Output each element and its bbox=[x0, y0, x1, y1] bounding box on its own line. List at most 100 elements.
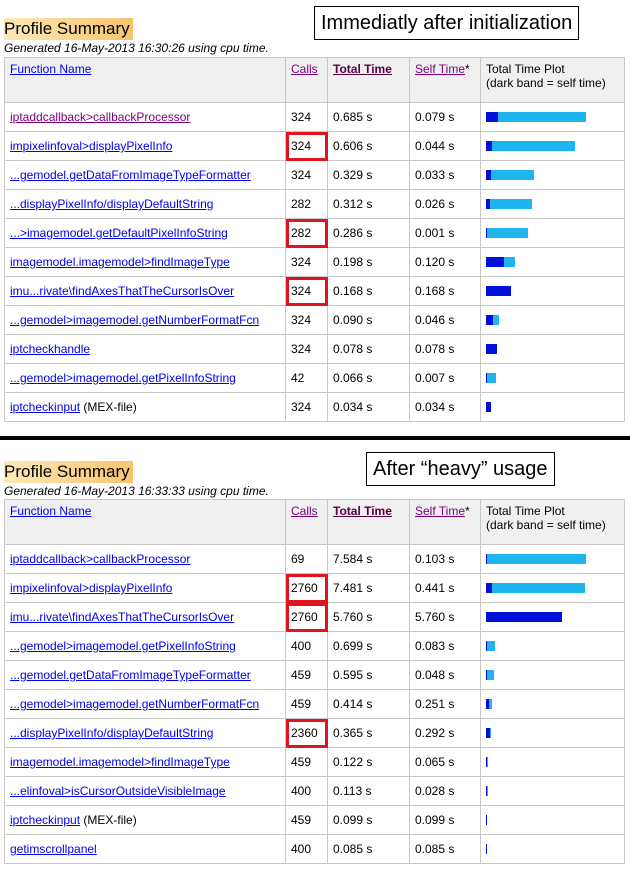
self-time-bar bbox=[486, 815, 487, 825]
calls-cell: 324 bbox=[285, 392, 328, 422]
self-time-cell: 0.083 s bbox=[409, 631, 481, 661]
header-total-time[interactable]: Total Time bbox=[327, 499, 410, 545]
self-time-cell: 0.085 s bbox=[409, 834, 481, 864]
self-time-bar bbox=[486, 554, 487, 564]
function-link[interactable]: ...elinfoval>isCursorOutsideVisibleImage bbox=[10, 784, 226, 798]
self-time-bar bbox=[486, 170, 491, 180]
self-time-bar bbox=[486, 641, 487, 651]
function-link[interactable]: ...gemodel.getDataFromImageTypeFormatter bbox=[10, 168, 251, 182]
function-link[interactable]: ...gemodel.getDataFromImageTypeFormatter bbox=[10, 668, 251, 682]
self-time-cell: 0.292 s bbox=[409, 718, 481, 748]
function-link[interactable]: impixelinfoval>displayPixelInfo bbox=[10, 139, 172, 153]
total-time-plot-cell bbox=[480, 218, 625, 248]
function-link[interactable]: iptaddcallback>callbackProcessor bbox=[10, 110, 190, 124]
calls-cell: 324 bbox=[285, 131, 328, 161]
function-name-cell: ...gemodel>imagemodel.getPixelInfoString bbox=[4, 631, 286, 661]
function-suffix: (MEX-file) bbox=[80, 400, 137, 414]
header-function-name[interactable]: Function Name bbox=[4, 499, 286, 545]
function-link[interactable]: getimscrollpanel bbox=[10, 842, 97, 856]
function-name-cell: ...>imagemodel.getDefaultPixelInfoString bbox=[4, 218, 286, 248]
callout-label: After “heavy” usage bbox=[366, 452, 555, 486]
table-row: ...displayPixelInfo/displayDefaultString… bbox=[4, 189, 625, 219]
total-time-bar bbox=[486, 199, 532, 209]
total-time-plot-cell bbox=[480, 247, 625, 277]
sort-self-time-link[interactable]: Self Time bbox=[415, 504, 465, 518]
total-time-cell: 0.113 s bbox=[327, 776, 410, 806]
profile-table: Function Name Calls Total Time Self Time… bbox=[4, 57, 625, 422]
table-row: iptcheckinput (MEX-file) 459 0.099 s 0.099 … bbox=[4, 805, 625, 835]
header-total-time-plot: Total Time Plot (dark band = self time) bbox=[480, 499, 625, 545]
function-link[interactable]: imagemodel.imagemodel>findImageType bbox=[10, 755, 230, 769]
function-name-cell: imagemodel.imagemodel>findImageType bbox=[4, 247, 286, 277]
function-link[interactable]: ...displayPixelInfo/displayDefaultString bbox=[10, 726, 213, 740]
function-link[interactable]: iptcheckinput bbox=[10, 400, 80, 414]
function-link[interactable]: ...gemodel>imagemodel.getNumberFormatFcn bbox=[10, 697, 259, 711]
total-time-bar bbox=[486, 141, 575, 151]
total-time-plot-cell bbox=[480, 276, 625, 306]
function-link[interactable]: impixelinfoval>displayPixelInfo bbox=[10, 581, 172, 595]
profile-table: Function Name Calls Total Time Self Time… bbox=[4, 499, 625, 864]
self-time-bar bbox=[486, 757, 487, 767]
calls-cell: 459 bbox=[285, 805, 328, 835]
total-time-plot-cell bbox=[480, 602, 625, 632]
calls-cell: 2360 bbox=[285, 718, 328, 748]
header-total-time[interactable]: Total Time bbox=[327, 57, 410, 103]
function-link[interactable]: iptcheckhandle bbox=[10, 342, 90, 356]
sort-function-name-link[interactable]: Function Name bbox=[10, 62, 91, 76]
function-link[interactable]: ...gemodel>imagemodel.getPixelInfoString bbox=[10, 639, 236, 653]
total-time-cell: 0.122 s bbox=[327, 747, 410, 777]
total-time-cell: 0.066 s bbox=[327, 363, 410, 393]
self-time-bar bbox=[486, 112, 498, 122]
calls-cell: 400 bbox=[285, 776, 328, 806]
header-self-time[interactable]: Self Time* bbox=[409, 499, 481, 545]
total-time-bar bbox=[486, 112, 586, 122]
sort-total-time-link[interactable]: Total Time bbox=[333, 62, 392, 76]
sort-function-name-link[interactable]: Function Name bbox=[10, 504, 91, 518]
time-plot bbox=[486, 344, 619, 354]
time-plot bbox=[486, 815, 619, 825]
sort-total-time-link[interactable]: Total Time bbox=[333, 504, 392, 518]
generated-timestamp: Generated 16-May-2013 16:30:26 using cpu… bbox=[4, 41, 269, 55]
function-link[interactable]: ...>imagemodel.getDefaultPixelInfoString bbox=[10, 226, 228, 240]
total-time-bar bbox=[486, 583, 585, 593]
self-time-bar bbox=[486, 199, 490, 209]
self-time-cell: 0.079 s bbox=[409, 102, 481, 132]
table-row: iptaddcallback>callbackProcessor 324 0.685… bbox=[4, 102, 625, 132]
self-time-cell: 0.007 s bbox=[409, 363, 481, 393]
total-time-plot-cell bbox=[480, 392, 625, 422]
total-time-cell: 0.595 s bbox=[327, 660, 410, 690]
total-time-bar bbox=[486, 228, 528, 238]
calls-cell: 282 bbox=[285, 218, 328, 248]
calls-cell: 324 bbox=[285, 334, 328, 364]
total-time-cell: 0.085 s bbox=[327, 834, 410, 864]
header-total-time-plot: Total Time Plot (dark band = self time) bbox=[480, 57, 625, 103]
function-link[interactable]: imagemodel.imagemodel>findImageType bbox=[10, 255, 230, 269]
top-profile-section: Profile Summary Immediatly after initial… bbox=[0, 0, 630, 430]
header-self-time[interactable]: Self Time* bbox=[409, 57, 481, 103]
function-link[interactable]: ...gemodel>imagemodel.getPixelInfoString bbox=[10, 371, 236, 385]
table-row: ...>imagemodel.getDefaultPixelInfoString… bbox=[4, 218, 625, 248]
sort-calls-link[interactable]: Calls bbox=[291, 62, 318, 76]
self-time-bar bbox=[486, 612, 562, 622]
table-header-row: Function Name Calls Total Time Self Time… bbox=[4, 499, 625, 545]
header-function-name[interactable]: Function Name bbox=[4, 57, 286, 103]
self-time-cell: 0.046 s bbox=[409, 305, 481, 335]
sort-self-time-link[interactable]: Self Time bbox=[415, 62, 465, 76]
total-time-cell: 0.365 s bbox=[327, 718, 410, 748]
function-name-cell: iptcheckinput (MEX-file) bbox=[4, 805, 286, 835]
function-link[interactable]: ...displayPixelInfo/displayDefaultString bbox=[10, 197, 213, 211]
function-link[interactable]: ...gemodel>imagemodel.getNumberFormatFcn bbox=[10, 313, 259, 327]
function-link[interactable]: iptaddcallback>callbackProcessor bbox=[10, 552, 190, 566]
callout-label: Immediatly after initialization bbox=[314, 6, 580, 40]
total-time-plot-cell bbox=[480, 834, 625, 864]
total-time-bar bbox=[486, 641, 495, 651]
header-calls[interactable]: Calls bbox=[285, 499, 328, 545]
function-link[interactable]: iptcheckinput bbox=[10, 813, 80, 827]
sort-calls-link[interactable]: Calls bbox=[291, 504, 318, 518]
function-link[interactable]: imu...rivate\findAxesThatTheCursorIsOver bbox=[10, 610, 234, 624]
self-time-cell: 0.034 s bbox=[409, 392, 481, 422]
table-row: imagemodel.imagemodel>findImageType 324 0.… bbox=[4, 247, 625, 277]
header-calls[interactable]: Calls bbox=[285, 57, 328, 103]
total-time-cell: 0.099 s bbox=[327, 805, 410, 835]
function-link[interactable]: imu...rivate\findAxesThatTheCursorIsOver bbox=[10, 284, 234, 298]
